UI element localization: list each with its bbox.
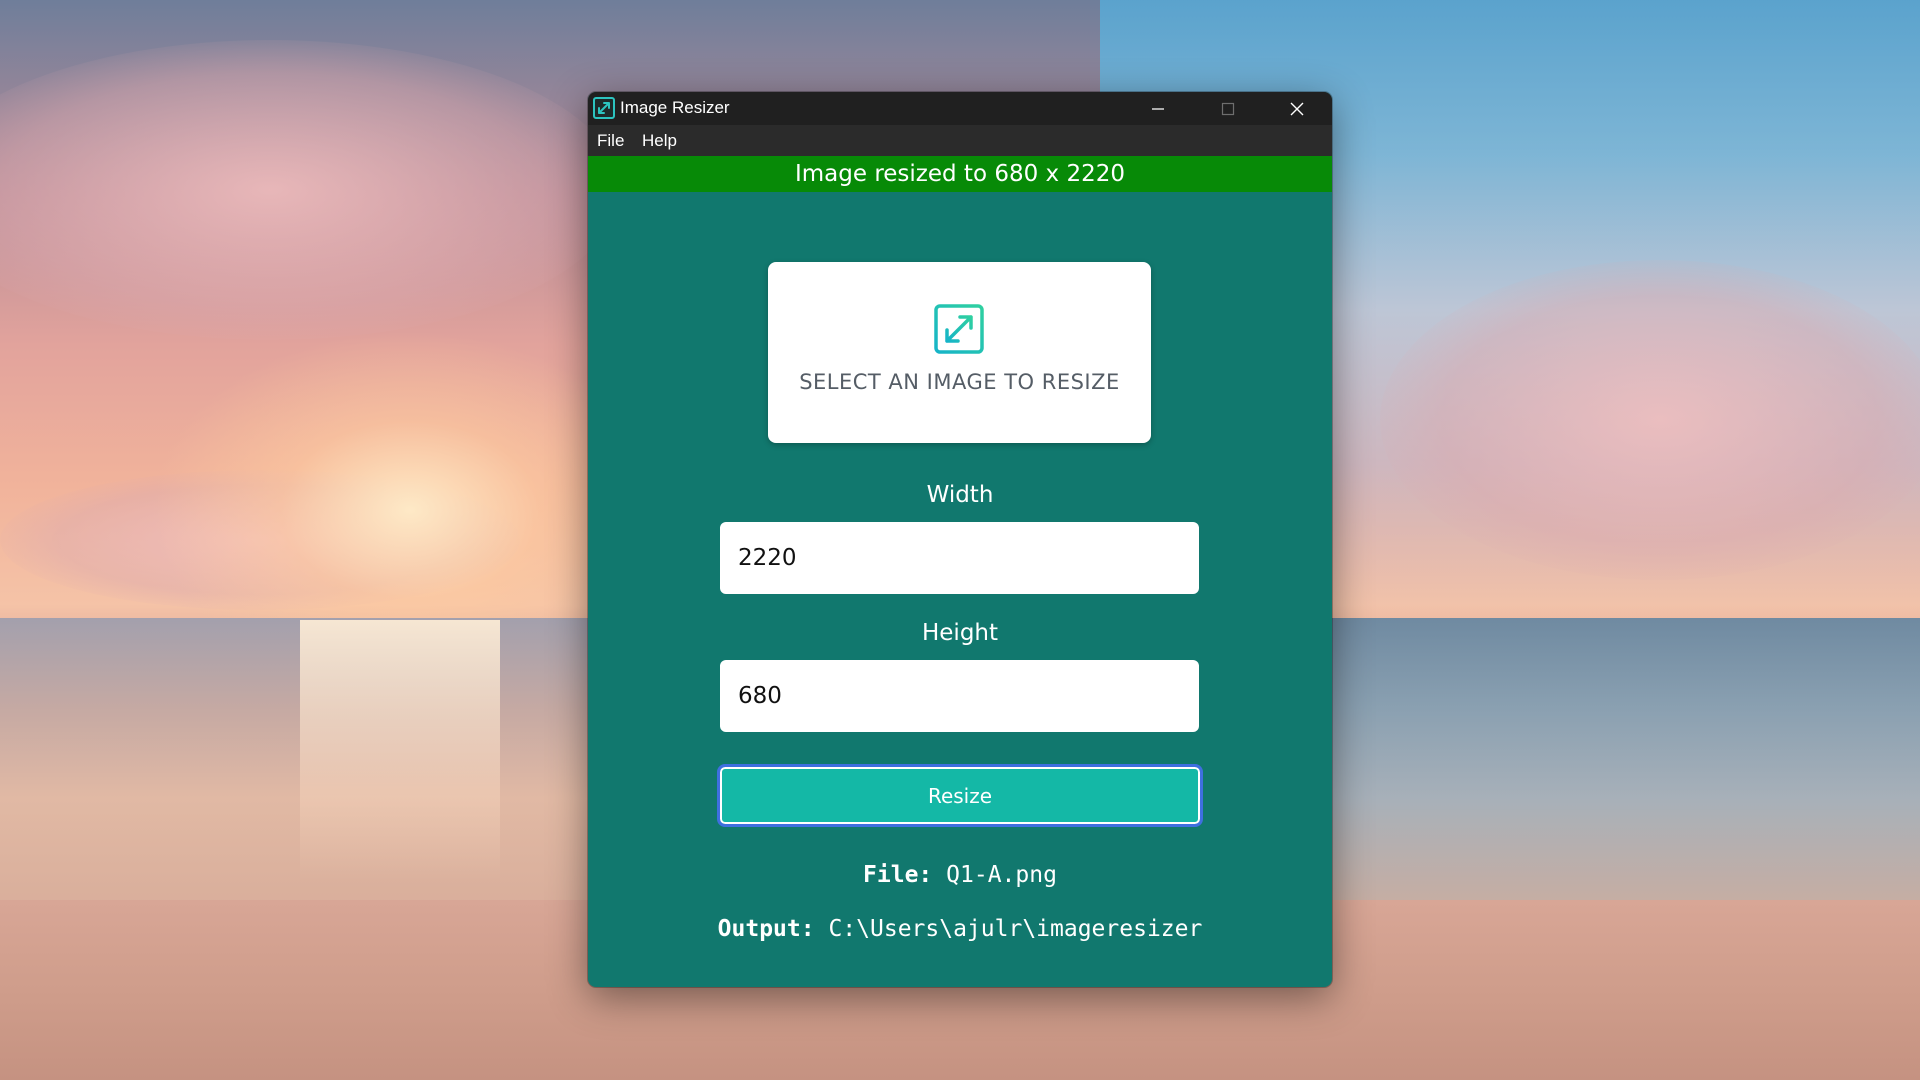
file-info-key: File: [863,862,933,888]
wallpaper-sea-right [1330,618,1920,918]
close-button[interactable] [1262,92,1332,125]
resize-button-label: Resize [927,783,993,808]
window-title: Image Resizer [620,98,730,117]
resize-button[interactable]: Resize [717,764,1203,827]
menu-bar: File Help [588,125,1332,156]
resize-arrows-icon [934,304,984,354]
image-resizer-window: Image Resizer File Help Image resized to… [588,92,1332,987]
width-label: Width [926,482,994,508]
menu-file[interactable]: File [597,131,624,151]
height-value: 680 [738,683,782,709]
output-info: Output: C:\Users\ajulr\imageresizer [588,916,1332,942]
title-bar[interactable]: Image Resizer [588,92,1332,125]
close-icon [1290,102,1304,115]
select-image-card[interactable]: SELECT AN IMAGE TO RESIZE [768,262,1151,443]
minimize-icon [1152,107,1164,110]
wallpaper-cloud [1380,260,1920,580]
menu-help[interactable]: Help [642,131,677,151]
file-info: File: Q1-A.png [588,862,1332,888]
wallpaper-cloud [0,40,620,340]
status-message: Image resized to 680 x 2220 [588,156,1332,192]
width-value: 2220 [738,545,797,571]
file-info-value: Q1-A.png [946,862,1057,888]
width-input[interactable]: 2220 [720,522,1199,594]
height-input[interactable]: 680 [720,660,1199,732]
wallpaper-sun-reflection [300,620,500,880]
app-resize-icon [593,97,615,119]
maximize-icon [1221,102,1235,115]
output-info-key: Output: [717,916,815,942]
minimize-button[interactable] [1123,92,1193,125]
select-image-label: SELECT AN IMAGE TO RESIZE [799,370,1120,394]
output-info-value: C:\Users\ajulr\imageresizer [828,916,1203,942]
height-label: Height [921,620,999,646]
maximize-button[interactable] [1193,92,1263,125]
